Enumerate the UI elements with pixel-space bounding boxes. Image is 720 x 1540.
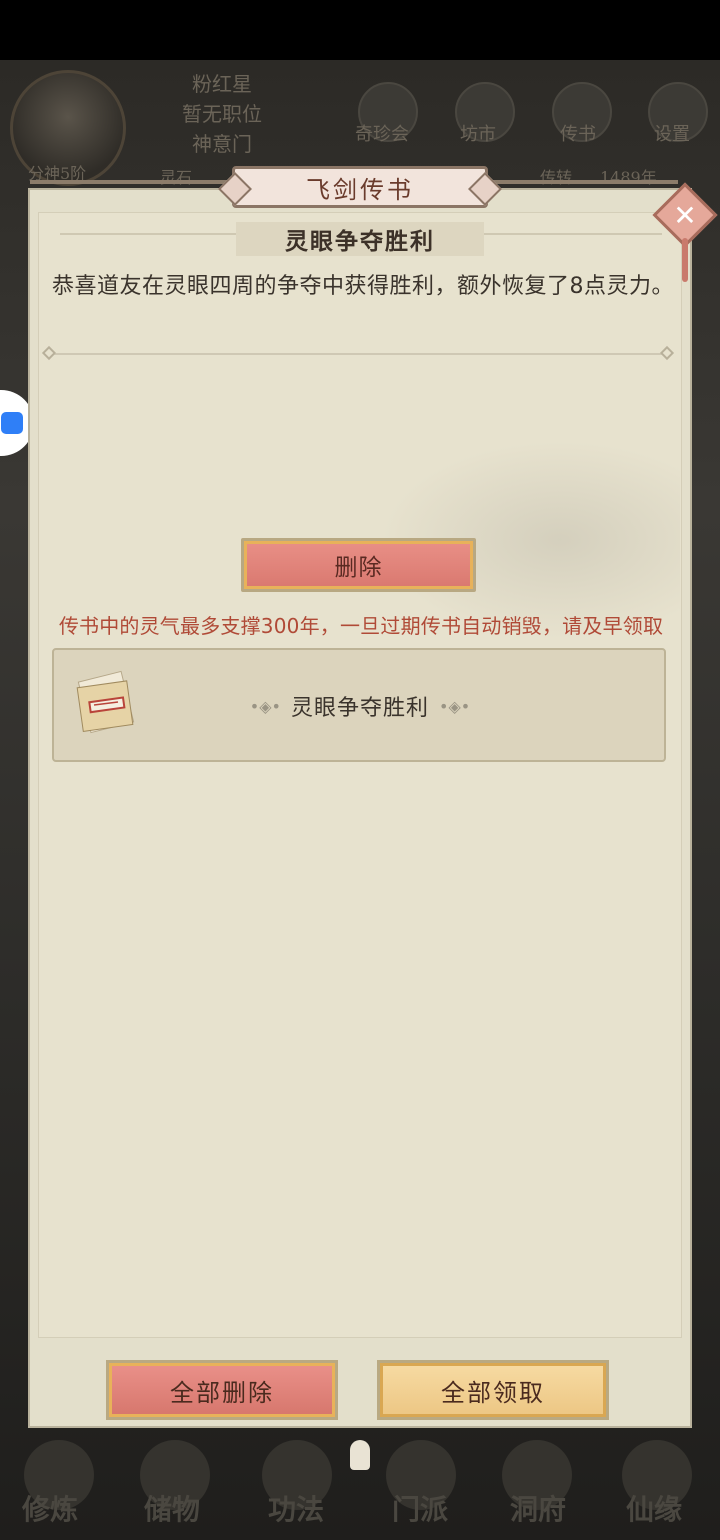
currency-label: 灵石 xyxy=(160,168,193,187)
claim-all-button[interactable]: 全部领取 xyxy=(377,1360,609,1420)
mail-subject: 灵眼争夺胜利 xyxy=(285,229,435,255)
tassel-decoration xyxy=(682,238,688,282)
menu-market[interactable]: 坊市 xyxy=(460,120,496,146)
menu-mail[interactable]: 传书 xyxy=(560,120,596,146)
menu-settings[interactable]: 设置 xyxy=(654,120,690,146)
delete-button-label: 删除 xyxy=(334,555,383,581)
content-divider xyxy=(50,353,670,355)
subject-plaque: 灵眼争夺胜利 xyxy=(236,222,484,256)
nav-storage[interactable]: 储物 xyxy=(144,1488,200,1528)
mail-message: 恭喜道友在灵眼四周的争夺中获得胜利，额外恢复了8点灵力。 xyxy=(52,274,674,299)
ornament-left-icon: •◈• xyxy=(249,696,281,716)
mail-dialog xyxy=(28,188,692,1428)
expiry-warning: 传书中的灵气最多支撑300年，一旦过期传书自动销毁，请及早领取 xyxy=(58,614,664,638)
close-icon[interactable]: ✕ xyxy=(662,192,708,238)
dialog-title-frame: 飞剑传书 xyxy=(232,166,488,208)
subject-rule-right xyxy=(482,233,662,235)
delete-all-label: 全部删除 xyxy=(170,1378,274,1407)
delete-button[interactable]: 删除 xyxy=(241,538,476,592)
nav-sect[interactable]: 门派 xyxy=(392,1488,448,1528)
nav-fate[interactable]: 仙缘 xyxy=(626,1488,682,1528)
dialog-content-area xyxy=(38,212,682,1338)
lifespan-label: 传转 xyxy=(540,168,573,187)
player-position: 暂无职位 xyxy=(182,102,262,126)
menu-treasure-hall[interactable]: 奇珍会 xyxy=(355,120,409,146)
subject-rule-left xyxy=(60,233,240,235)
mail-item-title-wrap: •◈• 灵眼争夺胜利 •◈• xyxy=(240,690,480,722)
mail-item-title: 灵眼争夺胜利 xyxy=(290,696,429,721)
claim-all-label: 全部领取 xyxy=(441,1378,545,1407)
dialog-title: 飞剑传书 xyxy=(306,175,414,204)
nav-cultivate[interactable]: 修炼 xyxy=(22,1488,78,1528)
lifespan-value: 1489年 xyxy=(600,168,657,187)
delete-all-button[interactable]: 全部删除 xyxy=(106,1360,338,1420)
title-rule-left xyxy=(30,180,232,184)
assistant-icon xyxy=(1,412,23,434)
bell-decoration-icon xyxy=(350,1440,370,1470)
ornament-right-icon: •◈• xyxy=(439,696,471,716)
nav-skills[interactable]: 功法 xyxy=(268,1488,324,1528)
letter-icon xyxy=(76,670,135,734)
player-name: 粉红星 xyxy=(192,72,252,96)
player-sect: 神意门 xyxy=(192,132,252,156)
title-rule-right xyxy=(488,180,678,184)
nav-cave[interactable]: 洞府 xyxy=(510,1488,566,1528)
status-bar xyxy=(0,0,720,60)
